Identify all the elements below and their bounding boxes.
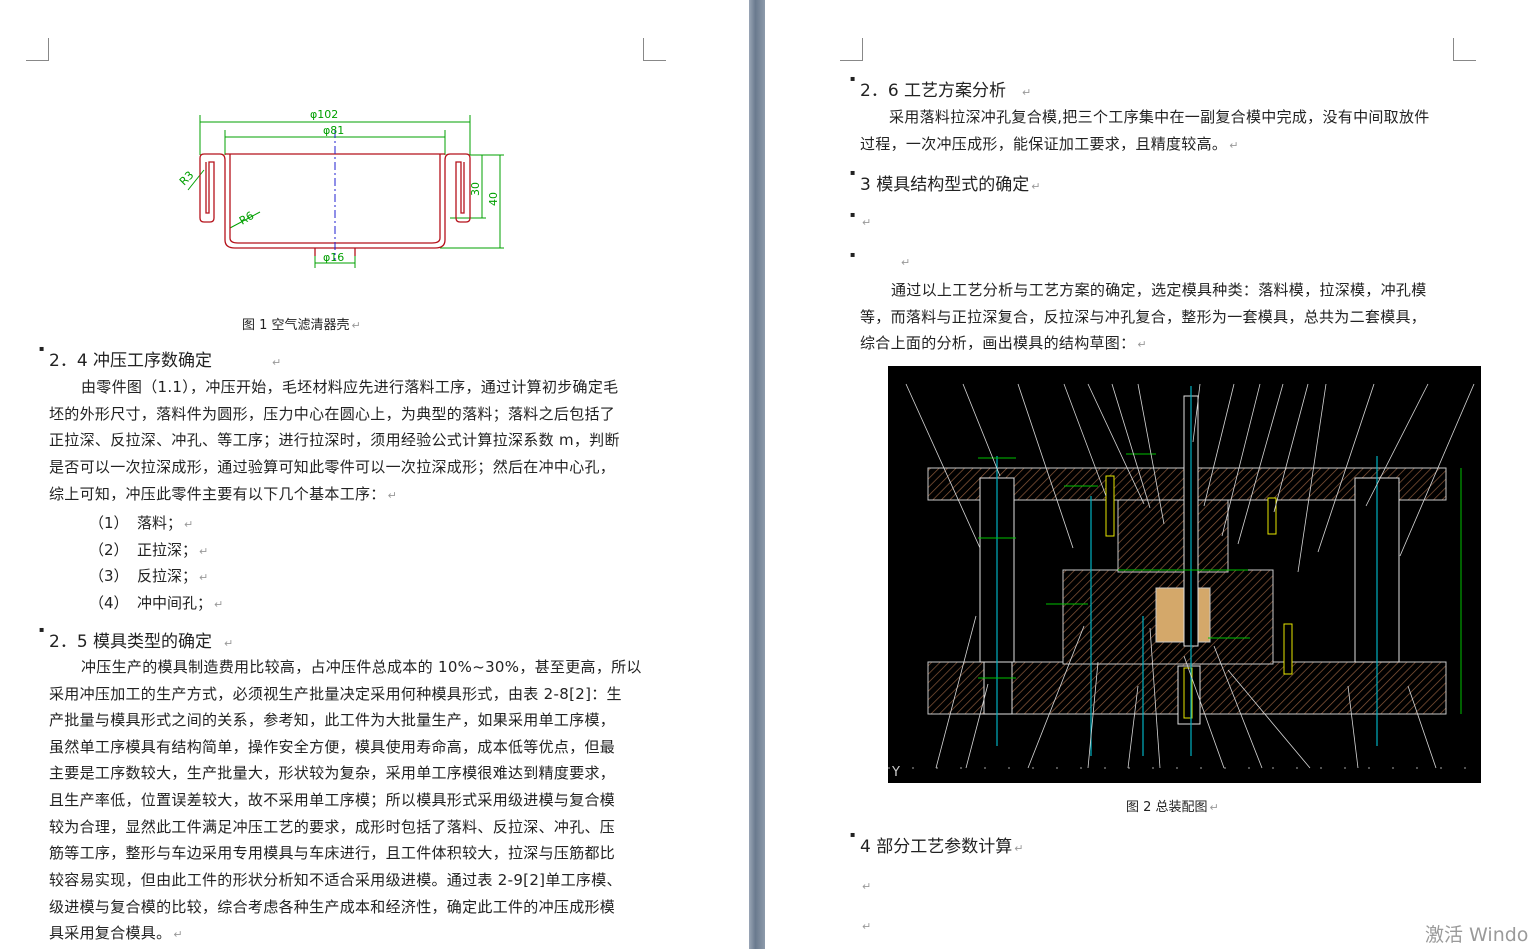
empty-paragraph-2: ↵: [901, 256, 911, 269]
dim-outer-diameter: φ102: [310, 108, 338, 121]
list-item-3: （3） 反拉深； ↵: [89, 567, 209, 585]
left-page: φ102 φ81 φ16 R3 R6 30 40 图 1 空气滤清器壳↵ 2．4…: [0, 0, 749, 949]
section-3-line-2: 等，而落料与正拉深复合，反拉深与冲孔复合，整形为一套模具，总共为二套模具，: [860, 308, 1427, 326]
right-page: 2．6 工艺方案分析↵ 采用落料拉深冲孔复合模,把三个工序集中在一副复合模中完成…: [765, 0, 1529, 949]
dim-r3: R3: [177, 169, 197, 189]
figure-1-caption: 图 1 空气滤清器壳 ↵: [242, 318, 361, 333]
figure-1-part-drawing: φ102 φ81 φ16 R3 R6 30 40: [177, 108, 504, 268]
section-2-4-line-2: 坯的外形尺寸，落料件为圆形，压力中心在圆心上，为典型的落料；落料之后包括了: [49, 405, 616, 423]
section-2-6-heading: 2．6 工艺方案分析↵: [850, 74, 1031, 101]
list-item-2: （2） 正拉深； ↵: [89, 541, 209, 559]
crop-mark-top-left: [26, 38, 49, 61]
crop-mark-top-left: [840, 38, 863, 61]
section-2-5-line-2: 采用冲压加工的生产方式，必须视生产批量决定采用何种模具形式，由表 2-8[2]：…: [49, 685, 622, 703]
section-2-5-line-4: 虽然单工序模具有结构简单，操作安全方便，模具使用寿命高，成本低等优点，但最: [49, 738, 616, 756]
crop-mark-top-right: [643, 38, 666, 61]
section-2-4-heading: 2．4 冲压工序数确定↵: [39, 344, 281, 371]
section-4-heading: 4 部分工艺参数计算↵: [850, 830, 1023, 857]
dim-inner-diameter: φ81: [323, 124, 344, 137]
list-item-1: （1） 落料； ↵: [89, 514, 194, 532]
section-2-4-line-3: 正拉深、反拉深、冲孔、等工序；进行拉深时，须用经验公式计算拉深系数 m，判断: [49, 431, 620, 449]
empty-paragraph-mark-2: ▪: [850, 250, 856, 259]
section-2-6-line-2: 过程，一次冲压成形，能保证加工要求，且精度较高。 ↵: [860, 135, 1239, 153]
section-3-line-3: 综合上面的分析，画出模具的结构草图： ↵: [860, 334, 1147, 352]
section-2-5-line-9: 较容易实现，但由此工件的形状分析知不适合采用级进模。通过表 2-9[2]单工序模…: [49, 871, 622, 889]
section-2-5-line-7: 较为合理，显然此工件满足冲压工艺的要求，成形时包括了落料、反拉深、冲孔、压: [49, 818, 616, 836]
figure-2-caption: 图 2 总装配图 ↵: [1126, 800, 1219, 815]
crop-mark-top-right: [1453, 38, 1476, 61]
empty-paragraph-3: ↵: [862, 880, 872, 893]
activation-watermark: 激活 Windo: [1425, 924, 1529, 946]
empty-paragraph-4: ↵: [862, 920, 872, 933]
section-2-5-line-11: 具采用复合模具。 ↵: [49, 924, 183, 942]
section-2-5-line-1: 冲压生产的模具制造费用比较高，占冲压件总成本的 10%~30%，甚至更高，所以: [81, 658, 642, 676]
list-item-4: （4） 冲中间孔； ↵: [89, 594, 224, 612]
section-3-heading: 3 模具结构型式的确定↵: [850, 168, 1040, 195]
section-3-line-1: 通过以上工艺分析与工艺方案的确定，选定模具种类：落料模，拉深模，冲孔模: [891, 281, 1427, 299]
figure-2-assembly-drawing: Y: [888, 366, 1481, 783]
dim-height-30: 30: [469, 182, 482, 196]
section-2-5-line-10: 级进模与复合模的比较，综合考虑各种生产成本和经济性，确定此工件的冲压成形模: [49, 898, 616, 916]
page-divider: [749, 0, 765, 949]
section-2-6-line-1: 采用落料拉深冲孔复合模,把三个工序集中在一副复合模中完成，没有中间取放件: [889, 108, 1430, 126]
cad-axis-mark: Y: [891, 765, 900, 780]
section-2-5-line-5: 主要是工序数较大，生产批量大，形状较为复杂，采用单工序模很难达到精度要求，: [49, 764, 616, 782]
section-2-4-line-4: 是否可以一次拉深成形，通过验算可知此零件可以一次拉深成形；然后在冲中心孔，: [49, 458, 616, 476]
dim-bottom-diameter: φ16: [323, 251, 344, 264]
dim-r6: R6: [237, 209, 256, 228]
section-2-5-line-3: 产批量与模具形式之间的关系，参考知，此工件为大批量生产，如果采用单工序模，: [49, 711, 616, 729]
section-2-4-line-1: 由零件图（1.1），冲压开始，毛坯材料应先进行落料工序，通过计算初步确定毛: [81, 378, 619, 396]
empty-paragraph-mark-1: ▪: [850, 210, 856, 219]
section-2-5-line-8: 筋等工序，整形与车边采用专用模具与车床进行，且工件体积较大，拉深与压筋都比: [49, 844, 616, 862]
empty-paragraph-1: ↵: [862, 216, 872, 229]
section-2-5-line-6: 且生产率低，位置误差较大，故不采用单工序模；所以模具形式采用级进模与复合模: [49, 791, 616, 809]
section-2-4-line-5: 综上可知，冲压此零件主要有以下几个基本工序： ↵: [49, 485, 398, 503]
section-2-5-heading: 2．5 模具类型的确定↵: [39, 625, 233, 652]
dim-height-40: 40: [487, 192, 500, 206]
